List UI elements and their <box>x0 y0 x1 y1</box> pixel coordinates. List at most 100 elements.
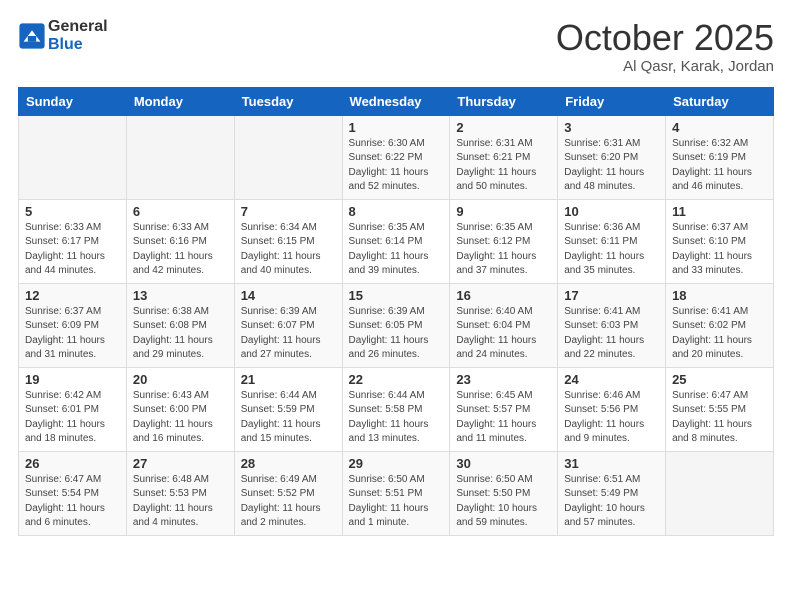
day-info: Sunrise: 6:39 AMSunset: 6:05 PMDaylight:… <box>349 305 444 363</box>
title-block: October 2025 Al Qasr, Karak, Jordan <box>556 18 774 75</box>
calendar-cell: 8 Sunrise: 6:35 AMSunset: 6:14 PMDaylight… <box>342 199 450 283</box>
calendar-cell: 10 Sunrise: 6:36 AMSunset: 6:11 PMDayligh… <box>558 199 666 283</box>
day-info: Sunrise: 6:31 AMSunset: 6:21 PMDaylight:… <box>456 137 551 195</box>
calendar-table: SundayMondayTuesdayWednesdayThursdayFrid… <box>18 87 774 536</box>
calendar-cell: 29 Sunrise: 6:50 AMSunset: 5:51 PMDayligh… <box>342 451 450 535</box>
day-number: 20 <box>133 372 228 387</box>
day-info: Sunrise: 6:31 AMSunset: 6:20 PMDaylight:… <box>564 137 659 195</box>
calendar-cell: 6 Sunrise: 6:33 AMSunset: 6:16 PMDaylight… <box>126 199 234 283</box>
calendar-week-row: 26 Sunrise: 6:47 AMSunset: 5:54 PMDayligh… <box>19 451 774 535</box>
day-info: Sunrise: 6:37 AMSunset: 6:09 PMDaylight:… <box>25 305 120 363</box>
day-info: Sunrise: 6:33 AMSunset: 6:17 PMDaylight:… <box>25 221 120 279</box>
day-info: Sunrise: 6:40 AMSunset: 6:04 PMDaylight:… <box>456 305 551 363</box>
calendar-cell: 27Sunrise: 6:48 AMSunset: 5:53 PMDayligh… <box>126 451 234 535</box>
day-info: Sunrise: 6:47 AMSunset: 5:55 PMDaylight:… <box>672 389 767 447</box>
calendar-cell <box>666 451 774 535</box>
day-number: 25 <box>672 372 767 387</box>
calendar-cell <box>234 115 342 199</box>
day-info: Sunrise: 6:32 AMSunset: 6:19 PMDaylight:… <box>672 137 767 195</box>
calendar-cell: 15 Sunrise: 6:39 AMSunset: 6:05 PMDayligh… <box>342 283 450 367</box>
day-number: 12 <box>25 288 120 303</box>
weekday-header-monday: Monday <box>126 87 234 115</box>
day-info: Sunrise: 6:37 AMSunset: 6:10 PMDaylight:… <box>672 221 767 279</box>
day-number: 2 <box>456 120 551 135</box>
day-number: 10 <box>564 204 659 219</box>
calendar-cell: 13 Sunrise: 6:38 AMSunset: 6:08 PMDayligh… <box>126 283 234 367</box>
calendar-cell: 1 Sunrise: 6:30 AMSunset: 6:22 PMDaylight… <box>342 115 450 199</box>
calendar-cell: 9Sunrise: 6:35 AMSunset: 6:12 PMDaylight… <box>450 199 558 283</box>
calendar-cell: 16 Sunrise: 6:40 AMSunset: 6:04 PMDayligh… <box>450 283 558 367</box>
logo-blue: Blue <box>48 36 83 53</box>
day-number: 26 <box>25 456 120 471</box>
calendar-week-row: 12 Sunrise: 6:37 AMSunset: 6:09 PMDayligh… <box>19 283 774 367</box>
day-number: 1 <box>349 120 444 135</box>
day-number: 24 <box>564 372 659 387</box>
calendar-cell <box>19 115 127 199</box>
day-number: 29 <box>349 456 444 471</box>
day-number: 5 <box>25 204 120 219</box>
calendar-cell: 7 Sunrise: 6:34 AMSunset: 6:15 PMDaylight… <box>234 199 342 283</box>
weekday-header-sunday: Sunday <box>19 87 127 115</box>
day-number: 18 <box>672 288 767 303</box>
logo-icon <box>18 22 46 50</box>
day-info: Sunrise: 6:43 AMSunset: 6:00 PMDaylight:… <box>133 389 228 447</box>
day-info: Sunrise: 6:50 AMSunset: 5:50 PMDaylight:… <box>456 473 551 531</box>
day-info: Sunrise: 6:47 AMSunset: 5:54 PMDaylight:… <box>25 473 120 531</box>
day-info: Sunrise: 6:39 AMSunset: 6:07 PMDaylight:… <box>241 305 336 363</box>
day-info: Sunrise: 6:46 AMSunset: 5:56 PMDaylight:… <box>564 389 659 447</box>
logo: General Blue <box>18 18 108 53</box>
day-info: Sunrise: 6:34 AMSunset: 6:15 PMDaylight:… <box>241 221 336 279</box>
day-number: 3 <box>564 120 659 135</box>
day-number: 28 <box>241 456 336 471</box>
calendar-cell: 20 Sunrise: 6:43 AMSunset: 6:00 PMDayligh… <box>126 367 234 451</box>
day-number: 6 <box>133 204 228 219</box>
weekday-header-tuesday: Tuesday <box>234 87 342 115</box>
day-info: Sunrise: 6:41 AMSunset: 6:03 PMDaylight:… <box>564 305 659 363</box>
calendar-cell: 30 Sunrise: 6:50 AMSunset: 5:50 PMDayligh… <box>450 451 558 535</box>
day-number: 17 <box>564 288 659 303</box>
page: General Blue October 2025 Al Qasr, Karak… <box>0 0 792 612</box>
day-info: Sunrise: 6:33 AMSunset: 6:16 PMDaylight:… <box>133 221 228 279</box>
day-info: Sunrise: 6:36 AMSunset: 6:11 PMDaylight:… <box>564 221 659 279</box>
calendar-cell: 3 Sunrise: 6:31 AMSunset: 6:20 PMDaylight… <box>558 115 666 199</box>
day-number: 16 <box>456 288 551 303</box>
day-number: 21 <box>241 372 336 387</box>
day-info: Sunrise: 6:51 AMSunset: 5:49 PMDaylight:… <box>564 473 659 531</box>
day-number: 4 <box>672 120 767 135</box>
day-number: 13 <box>133 288 228 303</box>
calendar-week-row: 5 Sunrise: 6:33 AMSunset: 6:17 PMDaylight… <box>19 199 774 283</box>
calendar-cell: 21 Sunrise: 6:44 AMSunset: 5:59 PMDayligh… <box>234 367 342 451</box>
calendar-cell: 18Sunrise: 6:41 AMSunset: 6:02 PMDayligh… <box>666 283 774 367</box>
calendar-cell: 12 Sunrise: 6:37 AMSunset: 6:09 PMDayligh… <box>19 283 127 367</box>
day-info: Sunrise: 6:49 AMSunset: 5:52 PMDaylight:… <box>241 473 336 531</box>
day-info: Sunrise: 6:45 AMSunset: 5:57 PMDaylight:… <box>456 389 551 447</box>
location: Al Qasr, Karak, Jordan <box>556 58 774 75</box>
weekday-header-saturday: Saturday <box>666 87 774 115</box>
calendar-week-row: 19Sunrise: 6:42 AMSunset: 6:01 PMDayligh… <box>19 367 774 451</box>
month-title: October 2025 <box>556 18 774 58</box>
calendar-cell: 28 Sunrise: 6:49 AMSunset: 5:52 PMDayligh… <box>234 451 342 535</box>
day-info: Sunrise: 6:50 AMSunset: 5:51 PMDaylight:… <box>349 473 444 531</box>
calendar-cell: 26 Sunrise: 6:47 AMSunset: 5:54 PMDayligh… <box>19 451 127 535</box>
calendar-cell: 24 Sunrise: 6:46 AMSunset: 5:56 PMDayligh… <box>558 367 666 451</box>
day-number: 14 <box>241 288 336 303</box>
day-info: Sunrise: 6:42 AMSunset: 6:01 PMDaylight:… <box>25 389 120 447</box>
day-number: 11 <box>672 204 767 219</box>
day-info: Sunrise: 6:30 AMSunset: 6:22 PMDaylight:… <box>349 137 444 195</box>
calendar-cell: 5 Sunrise: 6:33 AMSunset: 6:17 PMDaylight… <box>19 199 127 283</box>
logo-general: General <box>48 18 108 35</box>
calendar-cell: 11 Sunrise: 6:37 AMSunset: 6:10 PMDayligh… <box>666 199 774 283</box>
day-number: 30 <box>456 456 551 471</box>
day-number: 15 <box>349 288 444 303</box>
day-info: Sunrise: 6:44 AMSunset: 5:59 PMDaylight:… <box>241 389 336 447</box>
day-number: 27 <box>133 456 228 471</box>
day-number: 7 <box>241 204 336 219</box>
day-number: 8 <box>349 204 444 219</box>
header: General Blue October 2025 Al Qasr, Karak… <box>18 18 774 75</box>
calendar-cell: 25 Sunrise: 6:47 AMSunset: 5:55 PMDayligh… <box>666 367 774 451</box>
calendar-cell: 31Sunrise: 6:51 AMSunset: 5:49 PMDayligh… <box>558 451 666 535</box>
calendar-cell: 4 Sunrise: 6:32 AMSunset: 6:19 PMDaylight… <box>666 115 774 199</box>
day-info: Sunrise: 6:35 AMSunset: 6:14 PMDaylight:… <box>349 221 444 279</box>
day-info: Sunrise: 6:44 AMSunset: 5:58 PMDaylight:… <box>349 389 444 447</box>
day-info: Sunrise: 6:38 AMSunset: 6:08 PMDaylight:… <box>133 305 228 363</box>
